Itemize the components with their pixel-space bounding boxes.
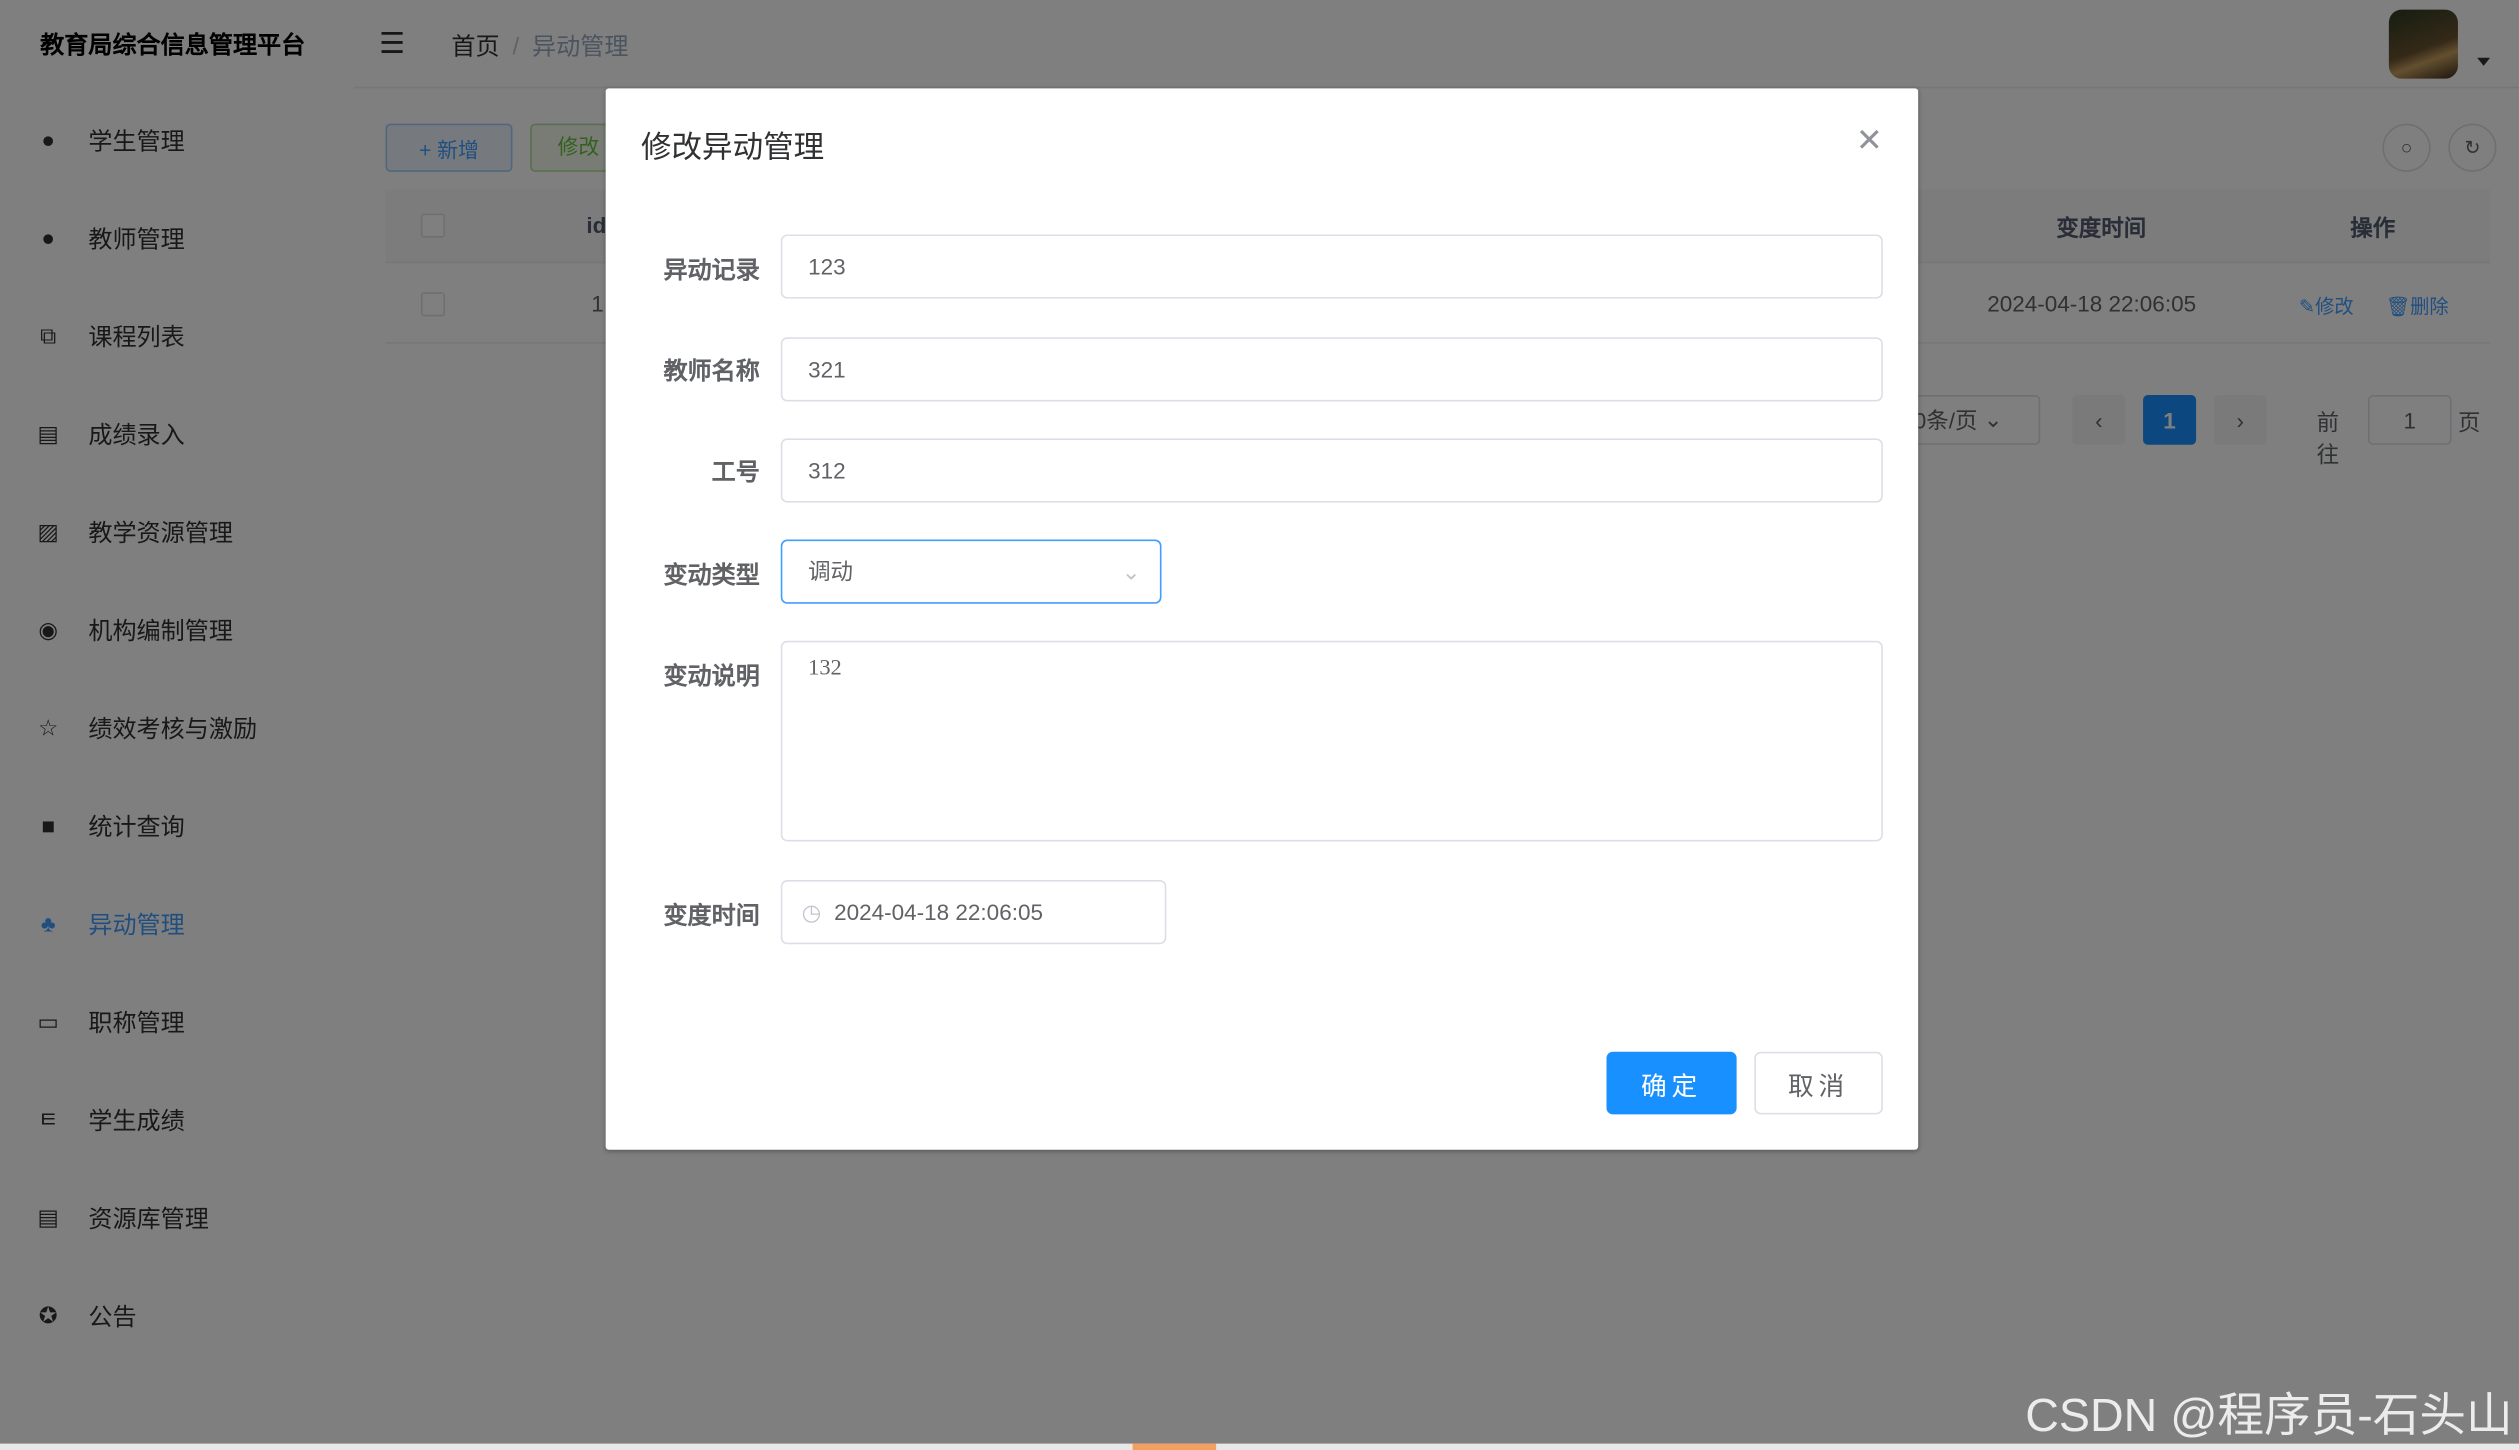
type-select[interactable]: 调动 ⌄ — [780, 539, 1162, 604]
staff-no-input[interactable]: 312 — [780, 438, 1883, 503]
confirm-button[interactable]: 确定 — [1606, 1051, 1737, 1115]
chevron-down-icon: ⌄ — [1121, 558, 1141, 584]
cancel-button[interactable]: 取消 — [1754, 1051, 1883, 1115]
staff-no-label: 工号 — [711, 459, 760, 487]
time-picker[interactable]: ◷ 2024-04-18 22:06:05 — [780, 879, 1167, 945]
time-label: 变度时间 — [663, 902, 760, 930]
bottom-accent — [1132, 1443, 1217, 1450]
type-label: 变动类型 — [663, 562, 760, 590]
type-value: 调动 — [808, 558, 854, 585]
teacher-label: 教师名称 — [663, 358, 760, 386]
record-input[interactable]: 123 — [780, 234, 1883, 299]
dialog-title: 修改异动管理 — [640, 131, 825, 166]
watermark: CSDN @程序员-石头山 — [2025, 1390, 2513, 1443]
clock-icon: ◷ — [801, 898, 822, 925]
record-label: 异动记录 — [663, 256, 760, 285]
desc-textarea[interactable]: 132 — [780, 640, 1883, 842]
close-icon[interactable]: ✕ — [1856, 120, 1883, 160]
edit-dialog: 修改异动管理 ✕ 异动记录 123 教师名称 321 工号 312 变动类型 调… — [605, 88, 1919, 1150]
teacher-input[interactable]: 321 — [780, 337, 1883, 402]
desc-label: 变动说明 — [663, 663, 760, 691]
time-value: 2024-04-18 22:06:05 — [834, 899, 1043, 925]
app-root: 教育局综合信息管理平台 ●学生管理●教师管理⧉课程列表▤成绩录入▨教学资源管理◉… — [0, 0, 2519, 1450]
